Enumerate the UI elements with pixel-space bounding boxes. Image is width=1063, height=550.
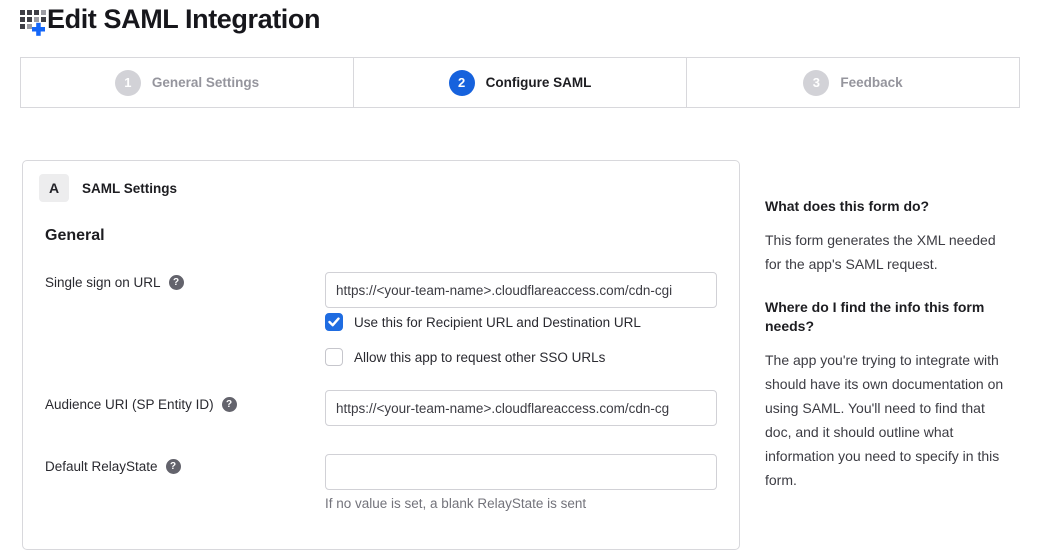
wizard-step-feedback[interactable]: 3 Feedback: [686, 58, 1019, 107]
checkbox-label: Allow this app to request other SSO URLs: [354, 350, 605, 365]
relaystate-hint: If no value is set, a blank RelayState i…: [325, 496, 586, 511]
help-heading-where: Where do I find the info this form needs…: [765, 298, 1015, 336]
section-a-badge: A: [39, 174, 69, 202]
step-number-badge: 1: [115, 70, 141, 96]
help-question-icon[interactable]: ?: [222, 397, 237, 412]
step-label: General Settings: [152, 75, 259, 90]
default-relaystate-label: Default RelayState ?: [45, 459, 181, 474]
edit-saml-integration-page: { "colors": { "accent_blue": "#1662dd", …: [0, 0, 1063, 515]
other-sso-urls-checkbox-row: Allow this app to request other SSO URLs: [325, 348, 605, 366]
checkmark-icon: [328, 317, 340, 327]
help-question-icon[interactable]: ?: [166, 459, 181, 474]
default-relaystate-input[interactable]: [325, 454, 717, 490]
checkbox-label: Use this for Recipient URL and Destinati…: [354, 315, 641, 330]
help-panel: What does this form do? This form genera…: [765, 197, 1015, 514]
single-sign-on-url-input[interactable]: [325, 272, 717, 308]
grid-plus-icon: [19, 7, 49, 38]
section-title: SAML Settings: [82, 181, 177, 196]
wizard-step-general-settings[interactable]: 1 General Settings: [21, 58, 353, 107]
other-sso-urls-checkbox[interactable]: [325, 348, 343, 366]
saml-settings-card: A SAML Settings General Single sign on U…: [22, 160, 740, 550]
step-label: Configure SAML: [486, 75, 592, 90]
single-sign-on-url-label: Single sign on URL ?: [45, 275, 184, 290]
recipient-url-checkbox-row: Use this for Recipient URL and Destinati…: [325, 313, 641, 331]
help-body-where: The app you're trying to integrate with …: [765, 348, 1015, 492]
help-question-icon[interactable]: ?: [169, 275, 184, 290]
field-label-text: Single sign on URL: [45, 275, 161, 290]
step-wizard: 1 General Settings 2 Configure SAML 3 Fe…: [20, 57, 1020, 108]
step-number-badge: 3: [803, 70, 829, 96]
step-label: Feedback: [840, 75, 902, 90]
wizard-step-configure-saml[interactable]: 2 Configure SAML: [353, 58, 686, 107]
step-number-badge: 2: [449, 70, 475, 96]
recipient-url-checkbox[interactable]: [325, 313, 343, 331]
audience-uri-label: Audience URI (SP Entity ID) ?: [45, 397, 237, 412]
help-body-what: This form generates the XML needed for t…: [765, 228, 1015, 276]
page-title: Edit SAML Integration: [47, 4, 320, 35]
field-label-text: Default RelayState: [45, 459, 158, 474]
audience-uri-input[interactable]: [325, 390, 717, 426]
field-label-text: Audience URI (SP Entity ID): [45, 397, 214, 412]
help-heading-what: What does this form do?: [765, 197, 1015, 216]
general-group-title: General: [45, 227, 105, 245]
